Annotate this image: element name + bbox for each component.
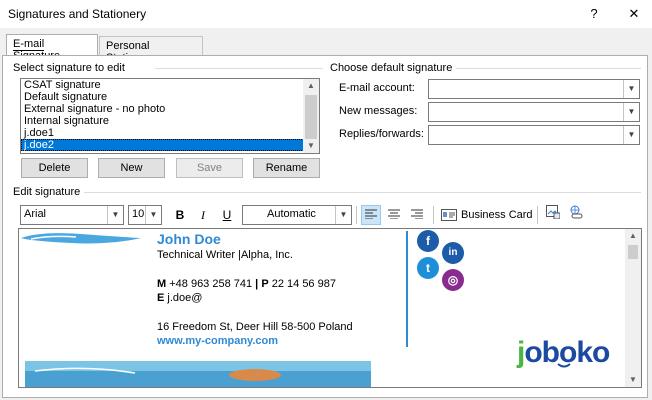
insert-picture-button[interactable] (543, 205, 563, 225)
help-button[interactable]: ? (582, 4, 606, 24)
group-divider (455, 68, 641, 69)
chevron-down-icon[interactable]: ▼ (623, 103, 639, 121)
brand-letter: k (576, 336, 593, 369)
new-messages-label: New messages: (339, 105, 418, 117)
group-divider (84, 192, 641, 193)
align-left-icon (365, 209, 377, 220)
picture-icon (546, 205, 561, 220)
underline-button[interactable]: U (217, 205, 237, 225)
tab-personal-stationery[interactable]: Personal Stationery (99, 36, 203, 64)
email-value: j.doe@ (167, 292, 203, 304)
align-left-button[interactable] (361, 205, 381, 225)
delete-button-label: Delete (38, 162, 71, 174)
scroll-down-icon[interactable]: ▼ (625, 373, 641, 387)
signature-divider (406, 231, 408, 347)
signature-email-line: E j.doe@ (157, 292, 202, 304)
bold-button[interactable]: B (170, 205, 190, 225)
new-messages-select[interactable]: ▼ (428, 102, 640, 122)
list-item[interactable]: j.doe1 (21, 127, 304, 139)
font-size-select[interactable]: 10 ▼ (128, 205, 162, 225)
signature-name: John Doe (157, 231, 221, 247)
font-color-select[interactable]: Automatic ▼ (242, 205, 352, 225)
signature-phones: M +48 963 258 741 | P 22 14 56 987 (157, 278, 336, 290)
phone-label: P (261, 278, 269, 290)
select-signature-label: Select signature to edit (13, 62, 129, 74)
brand-letter: o (524, 336, 542, 369)
phone-number: 22 14 56 987 (271, 278, 336, 290)
save-button-label: Save (196, 162, 223, 174)
rename-button[interactable]: Rename (253, 158, 320, 178)
list-scrollbar[interactable]: ▲ ▼ (303, 79, 319, 153)
tab-email-signature[interactable]: E-mail Signature (6, 34, 98, 63)
company-logo-banner (21, 233, 141, 244)
brand-smile-icon (557, 363, 571, 368)
font-select[interactable]: Arial ▼ (20, 205, 124, 225)
list-item[interactable]: Internal signature (21, 115, 304, 127)
toolbar-separator (433, 206, 434, 224)
linkedin-icon[interactable]: in (442, 242, 464, 264)
font-size-value: 10 (132, 208, 145, 220)
email-label: E (157, 292, 165, 304)
delete-button[interactable]: Delete (21, 158, 88, 178)
toolbar-separator (537, 206, 538, 224)
chevron-down-icon[interactable]: ▼ (623, 80, 639, 98)
new-button[interactable]: New (98, 158, 165, 178)
replies-forwards-select[interactable]: ▼ (428, 125, 640, 145)
close-button[interactable]: ✕ (622, 4, 646, 24)
scroll-thumb[interactable] (305, 95, 317, 139)
list-item-selected[interactable]: j.doe2 (21, 139, 304, 151)
business-card-button[interactable]: Business Card (441, 205, 533, 225)
business-card-icon (441, 209, 457, 221)
rename-button-label: Rename (265, 162, 308, 174)
editor-scrollbar[interactable]: ▲ ▼ (625, 229, 641, 387)
toolbar-separator (356, 206, 357, 224)
signature-listbox[interactable]: CSAT signature Default signature Externa… (20, 78, 320, 154)
font-value: Arial (24, 208, 47, 220)
chevron-down-icon[interactable]: ▼ (145, 206, 161, 224)
italic-button[interactable]: I (193, 205, 213, 225)
save-button[interactable]: Save (176, 158, 243, 178)
scroll-down-icon[interactable]: ▼ (303, 139, 319, 153)
group-divider (155, 68, 323, 69)
email-account-select[interactable]: ▼ (428, 79, 640, 99)
instagram-icon[interactable]: ◎ (442, 269, 464, 291)
title-bar: Signatures and Stationery ? ✕ (0, 0, 652, 28)
signature-website[interactable]: www.my-company.com (157, 335, 278, 347)
new-button-label: New (120, 162, 143, 174)
edit-signature-label: Edit signature (13, 186, 85, 198)
mobile-label: M (157, 278, 167, 290)
scroll-up-icon[interactable]: ▲ (303, 79, 319, 93)
brand-letter: o (592, 336, 610, 369)
chevron-down-icon[interactable]: ▼ (335, 206, 351, 224)
phone-separator: | (252, 278, 262, 290)
hyperlink-icon (570, 205, 583, 219)
choose-default-label: Choose default signature (330, 62, 457, 74)
chevron-down-icon[interactable]: ▼ (623, 126, 639, 144)
window-title: Signatures and Stationery (8, 7, 147, 21)
scroll-thumb[interactable] (628, 245, 638, 259)
align-center-icon (388, 209, 400, 220)
list-item[interactable]: Default signature (21, 91, 304, 103)
insert-hyperlink-button[interactable] (566, 205, 586, 225)
list-item[interactable]: CSAT signature (21, 79, 304, 91)
align-center-button[interactable] (384, 205, 404, 225)
signature-address: 16 Freedom St, Deer Hill 58-500 Poland (157, 321, 353, 333)
twitter-icon[interactable]: t (417, 257, 439, 279)
list-item[interactable]: External signature - no photo (21, 103, 304, 115)
signature-role: Technical Writer |Alpha, Inc. (157, 249, 293, 261)
chevron-down-icon[interactable]: ▼ (107, 206, 123, 224)
facebook-icon[interactable]: f (417, 230, 439, 252)
align-right-icon (411, 209, 423, 220)
mobile-number: +48 963 258 741 (169, 278, 253, 290)
summer-banner (25, 361, 371, 387)
replies-forwards-label: Replies/forwards: (339, 128, 424, 140)
scroll-up-icon[interactable]: ▲ (625, 229, 641, 243)
email-account-label: E-mail account: (339, 82, 415, 94)
signature-editor[interactable]: John Doe Technical Writer |Alpha, Inc. M… (18, 228, 642, 388)
align-right-button[interactable] (407, 205, 427, 225)
font-color-value: Automatic (267, 208, 316, 220)
business-card-label: Business Card (461, 209, 533, 221)
